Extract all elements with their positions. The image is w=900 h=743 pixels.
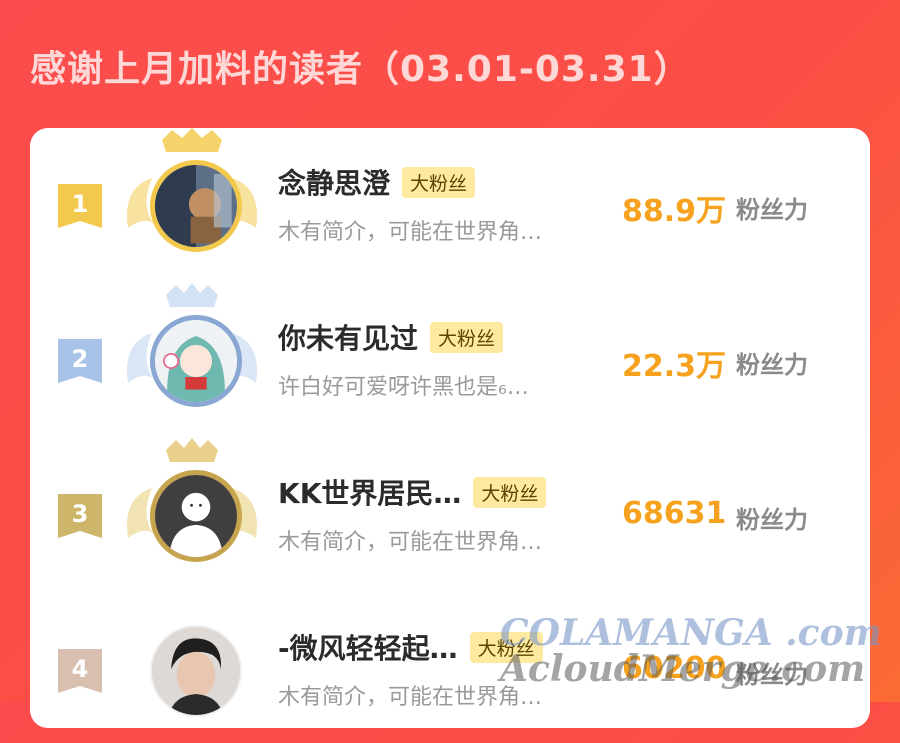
rank-badge: 4 [58, 649, 102, 693]
reader-name[interactable]: KK世界居民… 大粉丝 [278, 472, 547, 512]
reader-bio: 许白好可爱呀许黑也是₆… [278, 375, 529, 400]
photo-avatar-icon[interactable] [150, 160, 242, 252]
fan-power-score: 68631 [622, 496, 727, 531]
fan-power-label: 粉丝力 [736, 351, 808, 379]
reader-name[interactable]: 你未有见过 大粉丝 [278, 317, 504, 357]
fan-power-label: 粉丝力 [736, 196, 808, 224]
fan-power-score: 88.9万 [622, 194, 727, 229]
fan-level-tag: 大粉丝 [430, 321, 504, 353]
rank-badge: 3 [58, 494, 102, 538]
rank-badge: 1 [58, 184, 102, 228]
fan-power-score: 60200 [622, 651, 727, 686]
list-item[interactable]: 1 念静思澄 大粉丝 木有简介，可能在世界角… 88.9万 粉丝力 [30, 128, 870, 278]
rank-badge: 2 [58, 339, 102, 383]
reader-name[interactable]: -微风轻轻起… 大粉丝 [278, 627, 543, 667]
page-title: 感谢上月加料的读者（03.01-03.31） [30, 49, 691, 90]
fan-power-label: 粉丝力 [736, 661, 808, 689]
reader-bio: 木有简介，可能在世界角… [278, 530, 543, 555]
reader-bio: 木有简介，可能在世界角… [278, 685, 543, 710]
fan-level-tag: 大粉丝 [402, 166, 476, 198]
list-item[interactable]: 2 你未有见过 大粉丝 许白好可爱呀许黑也是₆… 22.3万 粉丝力 [30, 283, 870, 433]
fan-level-tag: 大粉丝 [473, 476, 547, 508]
reader-list-card: 1 念静思澄 大粉丝 木有简介，可能在世界角… 88.9万 粉丝力 2 你未有见… [30, 128, 870, 728]
fan-power-label: 粉丝力 [736, 506, 808, 534]
anime-avatar-icon[interactable] [150, 315, 242, 407]
reader-bio: 木有简介，可能在世界角… [278, 220, 543, 245]
fan-power-score: 22.3万 [622, 349, 727, 384]
default-user-icon[interactable] [150, 470, 242, 562]
reader-name[interactable]: 念静思澄 大粉丝 [278, 162, 476, 202]
list-item[interactable]: 4 -微风轻轻起… 大粉丝 木有简介，可能在世界角… 60200 粉丝力 [30, 593, 870, 743]
list-item[interactable]: 3 KK世界居民… 大粉丝 木有简介，可能在世界角… 68631 粉丝力 [30, 438, 870, 588]
portrait-avatar-icon[interactable] [150, 625, 242, 717]
fan-level-tag: 大粉丝 [469, 631, 543, 663]
